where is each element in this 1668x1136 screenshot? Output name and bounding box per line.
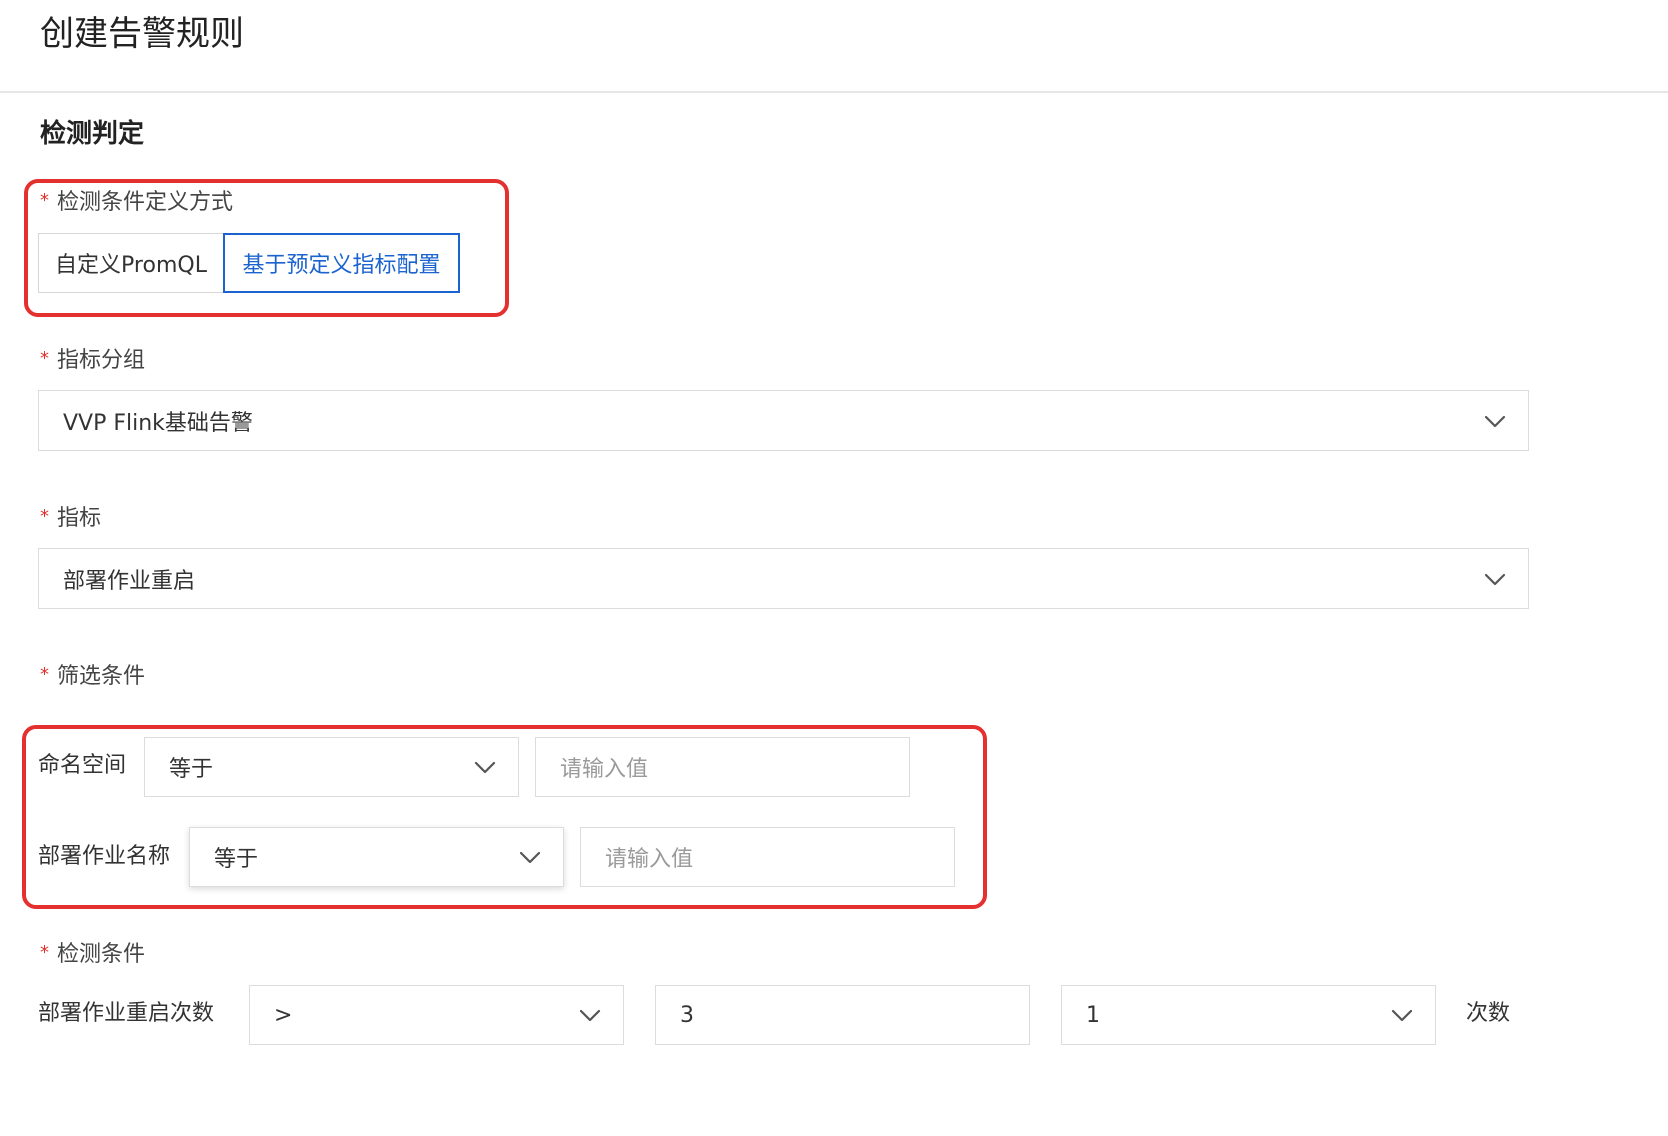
segment-predefined-metric[interactable]: 基于预定义指标配置 [223, 233, 460, 293]
metric-group-label: * 指标分组 [40, 344, 145, 379]
segment-custom-promql-label: 自定义PromQL [55, 253, 207, 278]
chevron-down-icon [474, 761, 496, 774]
required-mark: * [40, 506, 49, 527]
filter-row-deployment-label: 部署作业名称 [38, 844, 171, 869]
metric-group-select[interactable]: VVP Flink基础告警 [38, 390, 1529, 451]
required-mark: * [40, 942, 49, 963]
filter-deployment-operator-value: 等于 [214, 847, 259, 872]
filter-namespace-operator-value: 等于 [169, 757, 214, 782]
detection-comparator-select[interactable]: > [249, 985, 624, 1045]
filter-label-text: 筛选条件 [57, 664, 146, 689]
required-mark: * [40, 664, 49, 685]
detection-metric-name: 部署作业重启次数 [38, 1001, 215, 1026]
metric-label: * 指标 [40, 502, 101, 537]
segment-predefined-metric-label: 基于预定义指标配置 [242, 253, 441, 278]
definition-mode-label-text: 检测条件定义方式 [57, 190, 234, 215]
page-title: 创建告警规则 [40, 14, 244, 54]
filter-namespace-value-input[interactable]: 请输入值 [535, 737, 910, 797]
filter-namespace-operator-select[interactable]: 等于 [144, 737, 519, 797]
filter-deployment-placeholder: 请输入值 [605, 847, 694, 872]
metric-label-text: 指标 [57, 506, 102, 531]
detection-comparator-value: > [274, 1002, 293, 1028]
required-mark: * [40, 190, 49, 211]
filter-namespace-placeholder: 请输入值 [560, 757, 649, 782]
filter-deployment-value-input[interactable]: 请输入值 [580, 827, 955, 887]
metric-value: 部署作业重启 [63, 568, 196, 594]
chevron-down-icon [1484, 415, 1506, 427]
section-title: 检测判定 [40, 119, 145, 149]
detection-label-text: 检测条件 [57, 942, 146, 967]
header-divider [0, 91, 1668, 93]
metric-group-label-text: 指标分组 [57, 348, 146, 373]
filter-label: * 筛选条件 [40, 660, 145, 695]
metric-select[interactable]: 部署作业重启 [38, 548, 1529, 609]
chevron-down-icon [1484, 573, 1506, 585]
filter-row-namespace-label: 命名空间 [38, 753, 127, 778]
metric-group-value: VVP Flink基础告警 [63, 410, 253, 436]
detection-unit-label: 次数 [1466, 1001, 1511, 1026]
segment-custom-promql[interactable]: 自定义PromQL [38, 233, 224, 293]
chevron-down-icon [579, 1009, 601, 1022]
chevron-down-icon [519, 851, 541, 864]
detection-threshold-value: 3 [680, 1002, 694, 1028]
detection-label: * 检测条件 [40, 938, 145, 973]
chevron-down-icon [1391, 1009, 1413, 1022]
detection-count-value: 1 [1086, 1002, 1100, 1028]
definition-mode-label: * 检测条件定义方式 [40, 186, 233, 221]
filter-deployment-operator-select[interactable]: 等于 [189, 827, 564, 887]
required-mark: * [40, 348, 49, 369]
detection-threshold-input[interactable]: 3 [655, 985, 1030, 1045]
detection-count-select[interactable]: 1 [1061, 985, 1436, 1045]
